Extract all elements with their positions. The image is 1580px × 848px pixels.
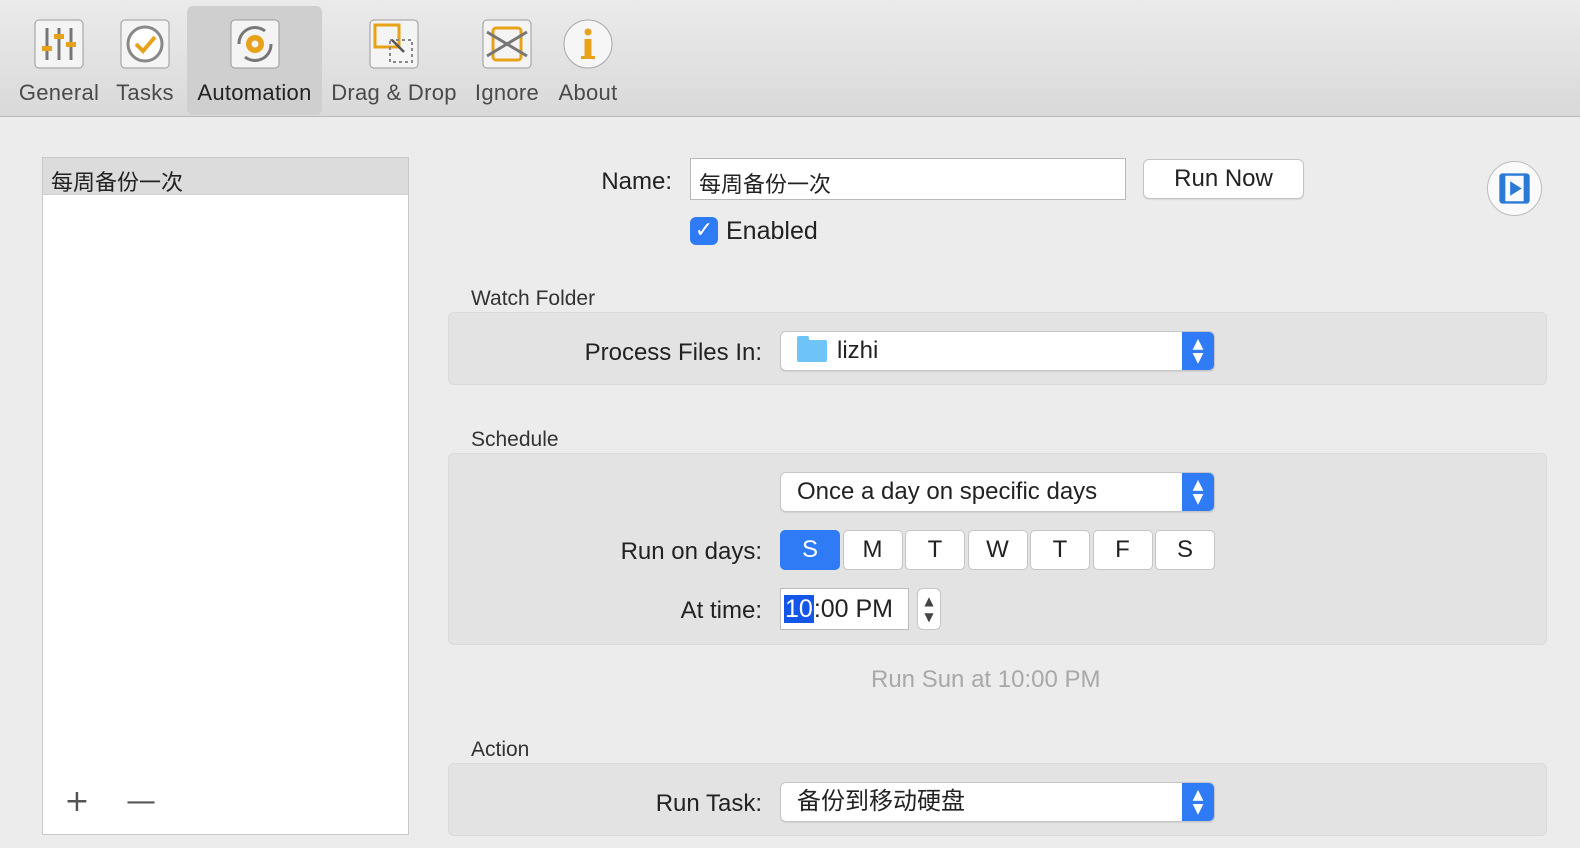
tab-automation[interactable]: Automation [187,6,322,115]
day-saturday-button[interactable]: S [1155,530,1215,570]
name-field[interactable]: 每周备份一次 [690,158,1126,200]
watch-folder-title: Watch Folder [471,287,596,310]
list-footer: + — [43,764,408,834]
time-rest: :00 PM [813,595,894,623]
drag-drop-icon [369,19,419,69]
enabled-label: Enabled [726,217,818,245]
folder-icon [797,336,827,362]
remove-rule-button[interactable]: — [121,784,161,824]
day-monday-button[interactable]: M [842,530,903,570]
add-rule-button[interactable]: + [57,784,97,824]
tab-ignore[interactable]: Ignore [468,6,546,115]
tab-general-label: General [18,80,100,105]
tab-tasks-label: Tasks [116,80,174,105]
schedule-summary: Run Sun at 10:00 PM [871,666,1101,693]
day-wednesday-button[interactable]: W [967,530,1028,570]
gear-cycle-icon [230,19,279,69]
tab-about[interactable]: About [552,6,624,115]
tab-tasks[interactable]: Tasks [108,6,182,115]
action-title: Action [471,738,530,761]
tab-automation-label: Automation [197,80,312,105]
day-sunday-button[interactable]: S [780,530,840,570]
day-selector: S M T W T F S [780,530,1218,570]
tab-drag-drop[interactable]: Drag & Drop [326,6,462,115]
enabled-checkbox[interactable]: ✓ [690,217,718,245]
list-item[interactable]: 每周备份一次 [43,158,408,195]
popup-arrows-icon: ▲ ▼ [1182,332,1214,370]
name-label: Name: [601,168,672,195]
checkmark-circle-icon [120,19,170,69]
preferences-toolbar: General Tasks Automation Drag & Drop Ign… [0,0,1580,117]
run-task-label: Run Task: [655,790,762,817]
task-value: 备份到移动硬盘 [797,788,965,815]
schedule-title: Schedule [471,428,559,451]
info-icon [563,19,613,69]
folder-popup[interactable]: lizhi ▲ ▼ [780,331,1215,371]
tab-drag-drop-label: Drag & Drop [331,80,457,105]
process-files-label: Process Files In: [584,339,762,366]
folder-name: lizhi [837,337,879,364]
frequency-value: Once a day on specific days [797,478,1098,505]
popup-arrows-icon: ▲ ▼ [1182,783,1214,821]
task-popup[interactable]: 备份到移动硬盘 ▲ ▼ [780,782,1215,822]
frequency-popup[interactable]: Once a day on specific days ▲ ▼ [780,472,1215,512]
day-friday-button[interactable]: F [1092,530,1153,570]
run-days-label: Run on days: [620,538,762,565]
sliders-icon [34,19,84,69]
run-now-button[interactable]: Run Now [1143,159,1304,199]
popup-arrows-icon: ▲ ▼ [1182,473,1214,511]
tab-ignore-label: Ignore [474,80,540,105]
tab-about-label: About [558,80,618,105]
tab-general[interactable]: General [14,6,104,115]
day-tuesday-button[interactable]: T [905,530,965,570]
play-video-icon [1499,173,1530,204]
time-hour-selected: 10 [784,595,814,623]
play-video-button[interactable] [1487,161,1542,216]
time-field[interactable]: 10:00 PM [780,588,909,630]
at-time-label: At time: [680,597,762,624]
day-thursday-button[interactable]: T [1030,530,1090,570]
time-stepper[interactable]: ▲ ▼ [917,588,941,630]
automation-list: 每周备份一次 + — [42,157,409,835]
ignore-icon [482,19,532,69]
